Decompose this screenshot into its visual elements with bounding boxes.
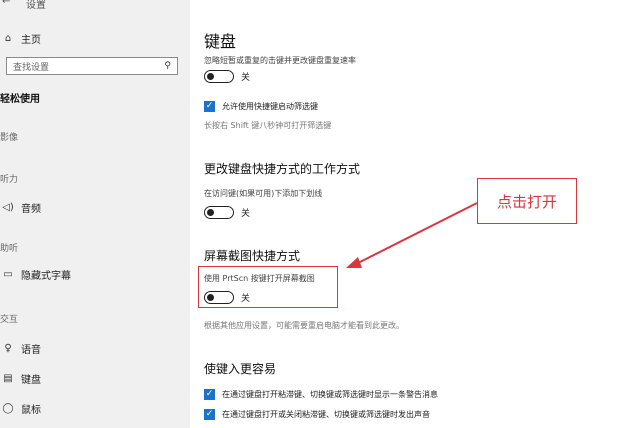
annotation-callout: 点击打开 [477, 178, 577, 224]
